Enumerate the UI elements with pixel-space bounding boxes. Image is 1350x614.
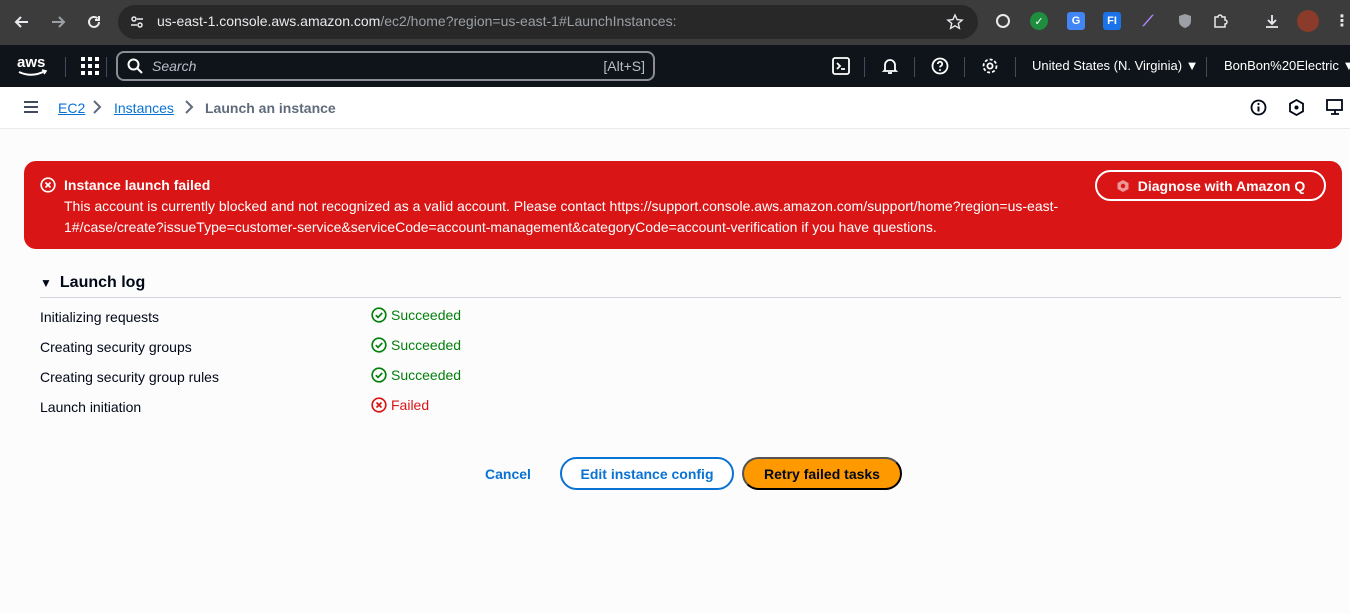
status-indicator: Failed (371, 397, 429, 413)
retry-failed-tasks-button[interactable]: Retry failed tasks (742, 457, 902, 490)
panel-toggle-icon[interactable] (1326, 99, 1344, 121)
aws-logo[interactable]: aws (16, 53, 50, 79)
bookmark-star-icon[interactable] (946, 13, 964, 31)
info-icon[interactable] (1250, 99, 1267, 121)
extension-fi-icon[interactable]: FI (1103, 12, 1121, 30)
account-label: BonBon%20Electric (1224, 58, 1339, 73)
success-check-icon (371, 367, 387, 383)
log-row-label: Initializing requests (40, 309, 160, 325)
services-grid-icon[interactable] (80, 56, 100, 76)
success-check-icon (371, 337, 387, 353)
address-bar[interactable]: us-east-1.console.aws.amazon.com/ec2/hom… (118, 5, 978, 39)
log-row-label: Launch initiation (40, 399, 142, 415)
status-indicator: Succeeded (371, 337, 461, 353)
error-circle-icon (371, 397, 387, 413)
url-text: us-east-1.console.aws.amazon.com/ec2/hom… (157, 13, 677, 29)
diagnose-amazon-q-button[interactable]: Diagnose with Amazon Q (1095, 170, 1326, 201)
breadcrumb-bar: EC2 Instances Launch an instance (0, 87, 1350, 129)
feedback-hexagon-icon[interactable] (1288, 98, 1305, 121)
breadcrumb-current: Launch an instance (205, 100, 336, 116)
log-row-label: Creating security groups (40, 339, 192, 355)
nav-divider (864, 57, 865, 77)
reload-icon[interactable] (83, 11, 105, 33)
log-row: Creating security group rules Succeeded (40, 367, 740, 387)
search-placeholder: Search (152, 58, 197, 74)
menu-hamburger-icon[interactable] (23, 100, 39, 119)
back-arrow-icon[interactable] (11, 11, 33, 33)
nav-divider (1206, 57, 1207, 77)
log-row-label: Creating security group rules (40, 369, 219, 385)
status-text: Succeeded (391, 337, 462, 353)
launch-log-title: Launch log (59, 274, 146, 291)
status-text: Failed (391, 397, 430, 413)
log-row: Creating security groups Succeeded (40, 337, 740, 357)
caret-down-icon: ▼ (1185, 58, 1199, 73)
extension-translate-icon[interactable]: G (1067, 12, 1085, 30)
edit-instance-config-button[interactable]: Edit instance config (560, 457, 734, 490)
log-row: Initializing requests Succeeded (40, 307, 740, 327)
nav-divider (964, 57, 965, 77)
alert-title: Instance launch failed (64, 177, 211, 193)
divider (40, 297, 1341, 298)
nav-divider (1015, 57, 1016, 77)
breadcrumb-instances[interactable]: Instances (114, 100, 174, 116)
error-alert: Instance launch failed This account is c… (24, 161, 1342, 249)
caret-down-icon: ▼ (1342, 58, 1350, 73)
nav-divider (106, 57, 107, 77)
breadcrumb-ec2[interactable]: EC2 (58, 100, 85, 116)
search-input[interactable]: Search [Alt+S] (116, 51, 655, 81)
chevron-right-icon (184, 100, 194, 117)
extension-check-icon[interactable]: ✓ (1030, 12, 1048, 30)
nav-divider (65, 57, 66, 77)
site-info-icon[interactable] (129, 14, 145, 30)
extension-sync-icon[interactable] (996, 14, 1010, 28)
chevron-right-icon (92, 100, 102, 117)
status-indicator: Succeeded (371, 367, 461, 383)
cancel-button[interactable]: Cancel (472, 458, 544, 490)
browser-toolbar: us-east-1.console.aws.amazon.com/ec2/hom… (0, 0, 1350, 45)
status-text: Succeeded (391, 307, 462, 323)
main-content: Instance launch failed This account is c… (0, 129, 1350, 614)
extension-feather-icon[interactable]: ⟋ (1139, 12, 1157, 30)
search-shortcut: [Alt+S] (603, 58, 645, 74)
caret-down-icon: ▼ (40, 276, 52, 290)
download-icon[interactable] (1263, 12, 1281, 30)
cloudshell-icon[interactable] (831, 56, 851, 76)
profile-avatar[interactable] (1297, 10, 1319, 32)
diagnose-label: Diagnose with Amazon Q (1137, 177, 1306, 194)
search-icon (127, 58, 143, 74)
help-icon[interactable] (930, 56, 950, 76)
extensions-puzzle-icon[interactable] (1211, 12, 1229, 30)
browser-menu-icon[interactable]: ⋮ (1333, 12, 1350, 30)
region-label: United States (N. Virginia) (1032, 58, 1183, 73)
success-check-icon (371, 307, 387, 323)
amazon-q-icon (1117, 179, 1129, 192)
nav-divider (914, 57, 915, 77)
region-selector[interactable]: United States (N. Virginia) ▼ (1032, 58, 1199, 73)
extension-shield-icon[interactable] (1176, 12, 1194, 30)
error-circle-icon (40, 177, 56, 193)
forward-arrow-icon[interactable] (47, 11, 69, 33)
svg-text:aws: aws (17, 54, 45, 71)
log-row: Launch initiation Failed (40, 397, 740, 417)
alert-message: This account is currently blocked and no… (64, 198, 1059, 235)
account-menu[interactable]: BonBon%20Electric ▼ (1224, 58, 1350, 73)
status-indicator: Succeeded (371, 307, 461, 323)
status-text: Succeeded (391, 367, 462, 383)
settings-gear-icon[interactable] (980, 56, 1000, 76)
launch-log-toggle[interactable]: ▼ Launch log (40, 274, 145, 292)
notifications-bell-icon[interactable] (880, 56, 900, 76)
aws-top-nav: aws Search [Alt+S] United States (N. Vir… (0, 45, 1350, 87)
